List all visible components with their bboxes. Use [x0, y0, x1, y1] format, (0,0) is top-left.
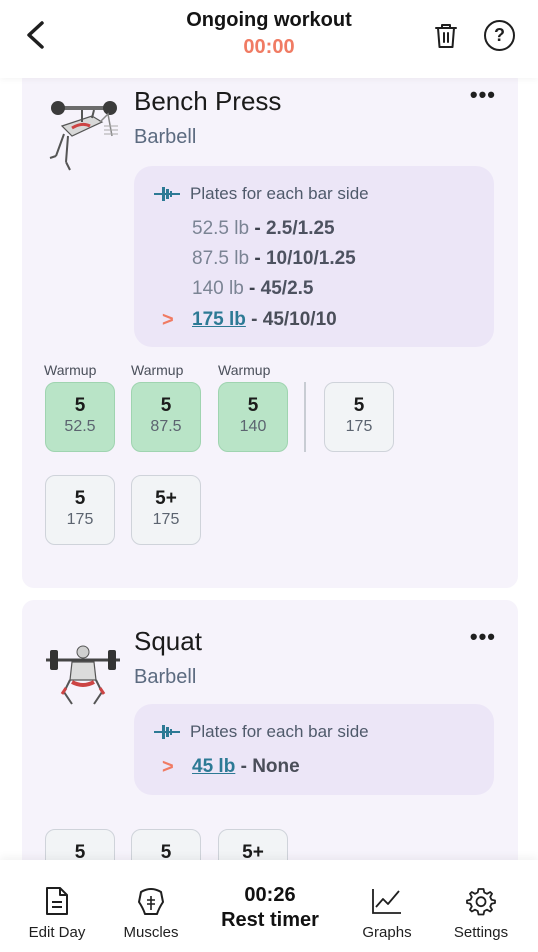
gear-icon	[466, 888, 496, 916]
rest-timer-button[interactable]: 00:26 Rest timer	[200, 884, 340, 932]
squat-illustration-icon	[46, 645, 120, 705]
set-button[interactable]: 5+	[218, 829, 288, 860]
nav-settings-label: Settings	[453, 924, 509, 941]
rest-timer-label: Rest timer	[221, 909, 319, 931]
plate-row-plates: 2.5/1.25	[265, 218, 335, 239]
plate-row-plates: 45/2.5	[260, 278, 314, 299]
set-reps: 5+	[155, 488, 177, 509]
exercise-card-squat: Squat Barbell ••• Plates for each bar si…	[22, 600, 518, 860]
help-button[interactable]: ?	[484, 20, 515, 51]
plates-title: Plates for each bar side	[190, 184, 369, 203]
trash-icon	[435, 24, 457, 48]
warmup-label: Warmup	[44, 362, 97, 378]
warmup-label: Warmup	[218, 362, 271, 378]
set-reps: 5	[247, 395, 259, 416]
document-icon	[46, 887, 68, 915]
nav-muscles[interactable]: Muscles	[116, 884, 186, 941]
workout-content[interactable]: Bench Press Barbell ••• Plates for each …	[0, 78, 538, 860]
set-weight: 87.5	[150, 418, 182, 435]
current-plate-row: 175 lb - 45/10/10	[192, 309, 337, 330]
set-button[interactable]: 5+ 175	[131, 475, 201, 545]
set-reps: 5	[160, 842, 172, 860]
exercise-name[interactable]: Bench Press	[134, 86, 281, 117]
muscle-body-icon	[138, 888, 164, 915]
set-button[interactable]: 5	[45, 829, 115, 860]
set-weight: 175	[345, 418, 373, 435]
plates-header: Plates for each bar side	[154, 184, 369, 204]
plate-row-weight: 140 lb	[192, 278, 244, 299]
plates-panel: Plates for each bar side > 45 lb - None	[134, 704, 494, 795]
set-button[interactable]: 5	[131, 829, 201, 860]
set-weight: 175	[66, 511, 94, 528]
plates-panel: Plates for each bar side 52.5 lb - 2.5/1…	[134, 166, 494, 347]
set-button[interactable]: 5 175	[324, 382, 394, 452]
more-options-button[interactable]: •••	[470, 82, 496, 108]
delete-workout-button[interactable]	[430, 20, 462, 52]
nav-settings[interactable]: Settings	[446, 884, 516, 941]
current-plate-row: 45 lb - None	[192, 756, 300, 777]
more-dots-icon: •••	[469, 82, 496, 107]
set-button[interactable]: 5 52.5	[45, 382, 115, 452]
exercise-card-bench-press: Bench Press Barbell ••• Plates for each …	[22, 78, 518, 588]
set-reps: 5	[74, 488, 86, 509]
current-plates: None	[252, 756, 300, 777]
set-weight: 140	[239, 418, 267, 435]
plate-row: 87.5 lb - 10/10/1.25	[192, 248, 356, 269]
nav-edit-day[interactable]: Edit Day	[22, 884, 92, 941]
set-reps: 5	[353, 395, 365, 416]
nav-graphs[interactable]: Graphs	[352, 884, 422, 941]
question-icon: ?	[494, 25, 505, 45]
set-reps: 5	[74, 395, 86, 416]
plates-title: Plates for each bar side	[190, 722, 369, 741]
line-chart-icon	[372, 889, 401, 914]
current-plates: 45/10/10	[262, 309, 337, 330]
set-button[interactable]: 5 87.5	[131, 382, 201, 452]
rest-time: 00:26	[244, 884, 296, 906]
current-weight-link[interactable]: 45 lb	[192, 756, 235, 777]
top-bar: Ongoing workout 00:00 ?	[0, 0, 538, 78]
set-reps: 5	[160, 395, 172, 416]
barbell-plates-icon	[154, 725, 180, 739]
plate-row: 140 lb - 45/2.5	[192, 278, 314, 299]
plate-row-plates: 10/10/1.25	[265, 248, 356, 269]
set-button[interactable]: 5 140	[218, 382, 288, 452]
nav-muscles-label: Muscles	[123, 924, 179, 941]
set-weight: 52.5	[64, 418, 96, 435]
bottom-nav: Edit Day Muscles 00:26 Rest timer Graphs	[0, 860, 538, 952]
more-dots-icon: •••	[469, 624, 496, 649]
plate-row-weight: 87.5 lb	[192, 248, 250, 269]
set-reps: 5+	[242, 842, 264, 860]
set-weight: 175	[152, 511, 180, 528]
bench-press-illustration-icon	[49, 101, 118, 171]
plates-header: Plates for each bar side	[154, 722, 369, 742]
chevron-right-icon: >	[162, 756, 174, 778]
plate-row: 52.5 lb - 2.5/1.25	[192, 218, 335, 239]
nav-edit-day-label: Edit Day	[28, 924, 86, 941]
exercise-equipment: Barbell	[134, 126, 197, 148]
warmup-divider	[304, 382, 306, 452]
barbell-plates-icon	[154, 187, 180, 201]
more-options-button[interactable]: •••	[470, 624, 496, 650]
current-weight-link[interactable]: 175 lb	[192, 309, 246, 330]
nav-graphs-label: Graphs	[362, 924, 412, 941]
warmup-label: Warmup	[131, 362, 184, 378]
set-button[interactable]: 5 175	[45, 475, 115, 545]
set-reps: 5	[74, 842, 86, 860]
chevron-right-icon: >	[162, 309, 174, 331]
plate-row-weight: 52.5 lb	[192, 218, 250, 239]
exercise-name[interactable]: Squat	[134, 626, 202, 657]
exercise-equipment: Barbell	[134, 666, 197, 688]
